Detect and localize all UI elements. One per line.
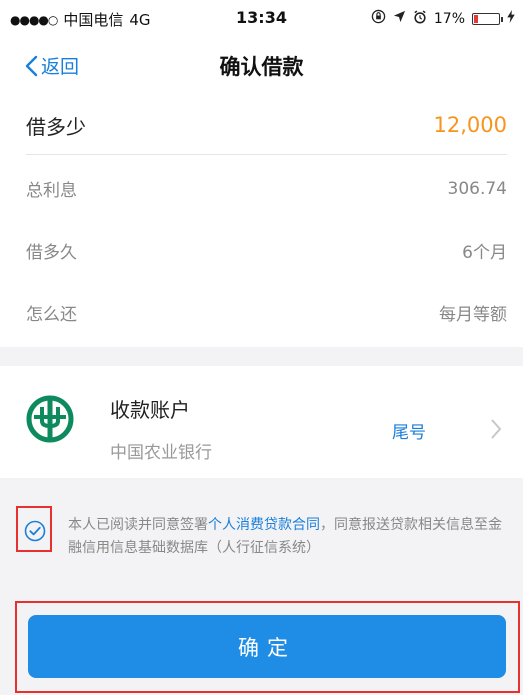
agreement-checkbox[interactable] bbox=[16, 506, 52, 552]
battery-level-fill bbox=[474, 14, 478, 23]
divider bbox=[26, 154, 507, 155]
duration-row: 借多久 6个月 bbox=[26, 238, 507, 263]
agreement-text: 本人已阅读并同意签署个人消费贷款合同，同意报送贷款相关信息至金融信用信息基础数据… bbox=[68, 514, 508, 560]
alarm-clock-icon bbox=[413, 9, 427, 28]
loan-amount-row: 借多少 12,000 bbox=[26, 110, 507, 140]
rotation-lock-icon bbox=[371, 9, 386, 28]
navigation-bar: 返回 确认借款 bbox=[0, 36, 523, 94]
page-title: 确认借款 bbox=[219, 55, 304, 79]
account-tail-label: 尾号 bbox=[392, 423, 426, 443]
charging-bolt-icon bbox=[507, 10, 515, 27]
abc-bank-logo-icon bbox=[26, 395, 74, 443]
check-circle-icon bbox=[24, 520, 46, 542]
loan-contract-link[interactable]: 个人消费贷款合同 bbox=[208, 517, 320, 533]
interest-row: 总利息 306.74 bbox=[26, 176, 507, 202]
confirm-button-highlight: 确定 bbox=[15, 601, 520, 693]
loan-amount-value: 12,000 bbox=[433, 113, 507, 137]
duration-value: 6个月 bbox=[462, 243, 507, 263]
bank-name: 中国农业银行 bbox=[110, 443, 212, 463]
battery-percent: 17% bbox=[433, 10, 465, 27]
chevron-right-icon bbox=[491, 419, 502, 439]
account-title: 收款账户 bbox=[110, 398, 190, 422]
repayment-label: 怎么还 bbox=[26, 305, 77, 325]
interest-value: 306.74 bbox=[447, 178, 507, 199]
interest-label: 总利息 bbox=[26, 181, 77, 201]
status-right: 17% bbox=[371, 9, 515, 28]
loan-details-card: 借多少 12,000 总利息 306.74 借多久 6个月 怎么还 每月等额 bbox=[0, 94, 523, 347]
battery-icon bbox=[472, 12, 503, 25]
status-bar: ●●●●○ 中国电信 4G 13:34 17% bbox=[0, 0, 523, 36]
repayment-value: 每月等额 bbox=[439, 305, 507, 325]
receiving-account-row[interactable]: 收款账户 中国农业银行 尾号 bbox=[0, 366, 523, 478]
agreement-section: 本人已阅读并同意签署个人消费贷款合同，同意报送贷款相关信息至金融信用信息基础数据… bbox=[16, 506, 516, 564]
repayment-row: 怎么还 每月等额 bbox=[26, 300, 507, 325]
loan-amount-label: 借多少 bbox=[26, 114, 86, 139]
location-arrow-icon bbox=[393, 10, 406, 27]
confirm-button[interactable]: 确定 bbox=[28, 615, 506, 678]
duration-label: 借多久 bbox=[26, 243, 77, 263]
agreement-text-prefix: 本人已阅读并同意签署 bbox=[68, 517, 208, 533]
